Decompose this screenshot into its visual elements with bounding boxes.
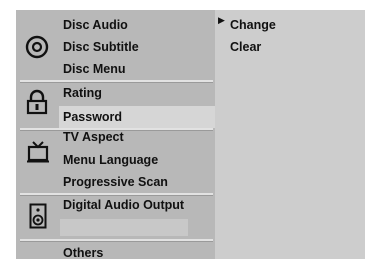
padlock-icon <box>26 89 48 120</box>
menu-divider <box>20 193 213 196</box>
speaker-icon <box>29 203 47 234</box>
blank-menu-slot <box>60 219 188 236</box>
submenu-item-change[interactable]: Change <box>230 17 276 33</box>
menu-item-others[interactable]: Others <box>63 245 103 259</box>
submenu-item-clear[interactable]: Clear <box>230 39 261 55</box>
tv-icon <box>27 140 49 169</box>
menu-item-password[interactable]: Password <box>63 109 122 125</box>
menu-item-tv-aspect[interactable]: TV Aspect <box>63 129 124 145</box>
menu-item-digital-audio-output[interactable]: Digital Audio Output <box>63 197 184 213</box>
menu-divider <box>20 80 213 83</box>
submenu-panel: ▶ Change Clear <box>215 10 365 259</box>
setup-menu-frame: Disc Audio Disc Subtitle Disc Menu Ratin… <box>16 10 365 259</box>
main-menu-panel: Disc Audio Disc Subtitle Disc Menu Ratin… <box>16 10 215 259</box>
menu-item-rating[interactable]: Rating <box>63 85 102 101</box>
menu-item-menu-language[interactable]: Menu Language <box>63 152 158 168</box>
disc-icon <box>25 35 49 64</box>
menu-divider <box>20 239 213 242</box>
menu-item-disc-menu[interactable]: Disc Menu <box>63 61 126 77</box>
menu-item-disc-audio[interactable]: Disc Audio <box>63 17 128 33</box>
submenu-pointer-icon: ▶ <box>218 15 225 25</box>
menu-item-disc-subtitle[interactable]: Disc Subtitle <box>63 39 139 55</box>
menu-item-progressive-scan[interactable]: Progressive Scan <box>63 174 168 190</box>
